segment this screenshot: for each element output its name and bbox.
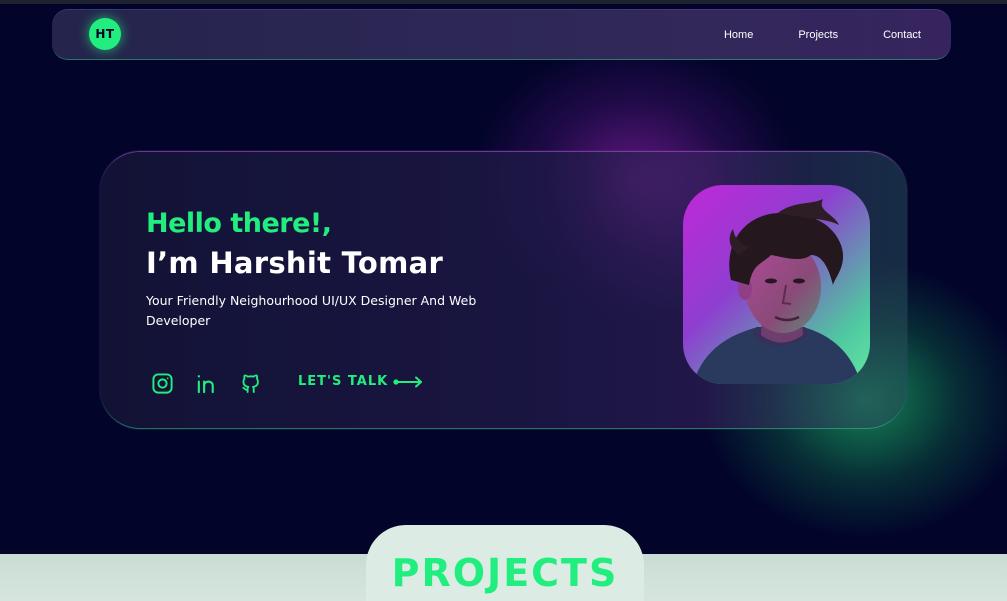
- nav-link-home[interactable]: Home: [724, 29, 753, 41]
- instagram-icon[interactable]: [151, 372, 174, 395]
- top-border: [0, 0, 1007, 4]
- nav-link-projects[interactable]: Projects: [798, 29, 838, 41]
- hero-tagline: Your Friendly Neighourhood UI/UX Designe…: [146, 293, 477, 328]
- navbar: HT Home Projects Contact: [52, 9, 951, 60]
- lets-talk-button[interactable]: LET'S TALK: [298, 374, 424, 389]
- profile-photo: [683, 185, 870, 384]
- portrait-illustration: [693, 199, 861, 384]
- lets-talk-label: LET'S TALK: [298, 374, 389, 389]
- github-icon[interactable]: [239, 372, 262, 395]
- nav-link-contact[interactable]: Contact: [883, 29, 921, 41]
- hero-card: Hello there!, I’m Harshit Tomar Your Fri…: [100, 151, 907, 429]
- projects-section-tab: PROJECTS: [366, 525, 644, 601]
- arrow-right-icon: [393, 376, 423, 387]
- social-links: [151, 372, 262, 395]
- hero-greeting: Hello there!,: [146, 208, 332, 239]
- linkedin-icon[interactable]: [195, 372, 218, 395]
- hero-name: I’m Harshit Tomar: [146, 246, 444, 280]
- nav-links: Home Projects Contact: [724, 9, 921, 60]
- logo[interactable]: HT: [89, 18, 121, 50]
- projects-title: PROJECTS: [391, 551, 619, 595]
